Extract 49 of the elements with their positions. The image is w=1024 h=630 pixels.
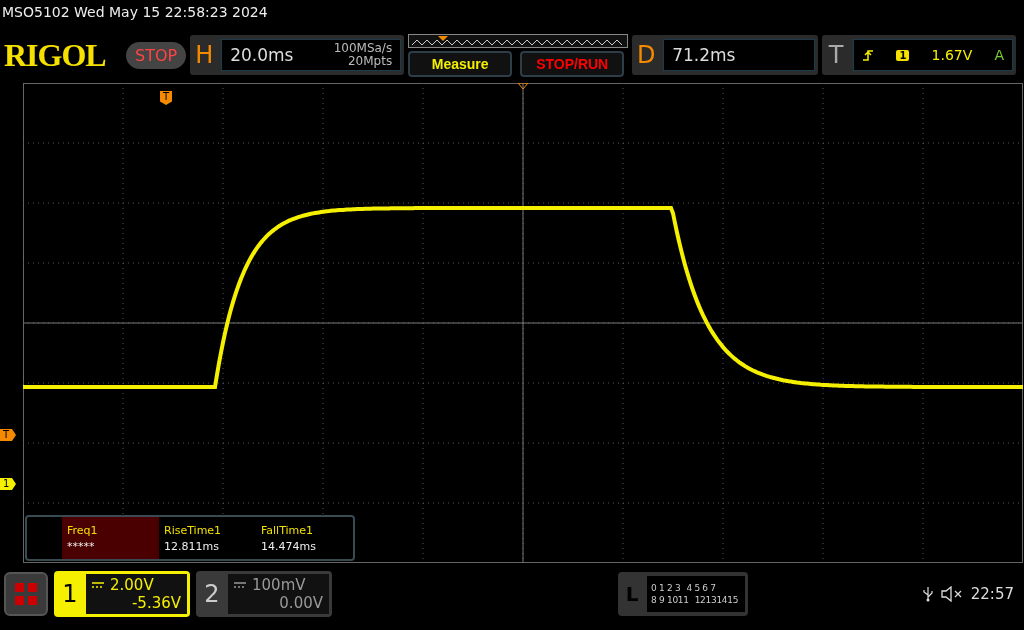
usb-icon [922,586,933,602]
status-line: MSO5102 Wed May 15 22:58:23 2024 [1,3,269,22]
measurement-label: RiseTime1 [164,523,223,537]
measurement-label: Freq1 [67,523,99,537]
dc-coupling-icon [92,582,104,588]
horizontal-panel[interactable]: H 20.0ms 100MSa/s 20Mpts [190,35,405,75]
measurement-item[interactable]: RiseTime1 12.811ms [159,517,256,559]
channel-number: 1 [61,580,79,608]
delay-panel[interactable]: D 71.2ms [632,35,819,75]
logic-channel-numbers: 8 9 1011 [651,595,689,605]
menu-button[interactable] [4,572,48,616]
grid-icon [15,583,37,605]
logic-channel-numbers: 4 5 6 7 [686,583,716,593]
brand-logo: RIGOL [4,36,107,74]
channel-offset-marker[interactable]: 1 [0,478,16,490]
trigger-position-icon [518,83,528,89]
trigger-source: 1 [896,49,910,61]
delay-value: 71.2ms [672,45,736,65]
measurement-label: FallTime1 [261,523,315,537]
trigger-mode: A [994,47,1005,63]
logic-channel-numbers: 12131415 [694,595,739,605]
run-state-indicator: STOP [126,41,187,69]
trigger-level: 1.67V [931,47,973,63]
channel-scale: 100mV [252,576,306,594]
measurement-item[interactable]: Freq1 ***** [62,517,159,559]
measurement-value: 14.474ms [261,539,317,553]
trigger-panel[interactable]: T 1 1.67V A [822,35,1017,75]
waveform-overview-icon [408,33,629,48]
channel-scale: 2.00V [110,576,154,594]
channel-panel[interactable]: 1 2.00V -5.36V [54,571,190,617]
channel-number: 2 [203,580,221,608]
channel-offset: -5.36V [131,594,181,612]
speaker-muted-icon [940,586,963,602]
memory-depth: 20Mpts [347,55,393,68]
trigger-position-marker[interactable]: T [160,91,172,105]
measurement-value: ***** [67,539,96,553]
measurement-value: 12.811ms [164,539,220,553]
measure-button[interactable]: Measure [408,50,513,77]
sample-rate: 100MSa/s [333,42,393,55]
channel-offset: 0.00V [279,594,323,612]
timebase-value: 20.0ms [230,45,294,65]
channel-panel[interactable]: 2 100mV 0.00V [196,571,332,617]
measurement-item[interactable]: FallTime1 14.474ms [256,517,353,559]
dc-coupling-icon [234,582,246,588]
stop-run-button[interactable]: STOP/RUN [520,50,625,77]
clock: 22:57 [970,585,1014,603]
trigger-level-marker[interactable]: T [0,429,16,441]
rising-edge-icon [862,49,875,61]
logic-channel-numbers: 0 1 2 3 [651,583,681,593]
